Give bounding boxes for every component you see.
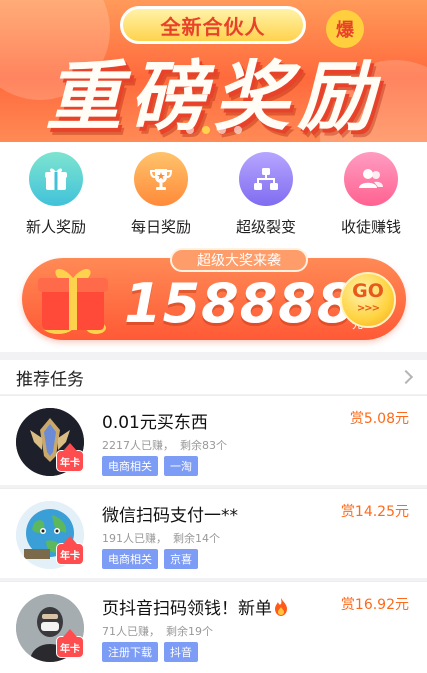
shortcut-super-fission[interactable]: 超级裂变 [216, 152, 316, 237]
task-title: 微信扫码支付一** [102, 506, 238, 526]
shortcut-daily-reward[interactable]: 每日奖励 [111, 152, 211, 237]
task-tag: 电商相关 [102, 456, 158, 476]
task-meta: 191人已赚， 剩余14个 [102, 530, 226, 546]
carousel-dot[interactable] [186, 126, 194, 134]
gift-icon [29, 152, 83, 206]
task-tag: 京喜 [164, 549, 198, 569]
task-remaining: 剩余19个 [166, 625, 213, 638]
shortcut-recruit-earn[interactable]: 收徒赚钱 [321, 152, 421, 237]
shortcut-label: 超级裂变 [235, 218, 296, 236]
task-remaining: 剩余14个 [173, 532, 220, 545]
hero-banner[interactable]: 全新合伙人 爆 重磅奖励 [0, 0, 427, 142]
task-earned-count: 2217人已赚， [102, 439, 174, 452]
task-earned-count: 191人已赚， [102, 532, 167, 545]
task-title: 0.01元买东西 [102, 413, 208, 433]
carousel-dot[interactable] [218, 126, 226, 134]
task-tag: 抖音 [164, 642, 198, 662]
task-tag: 电商相关 [102, 549, 158, 569]
task-reward: 赏14.25元 [340, 504, 409, 520]
task-tag: 注册下载 [102, 642, 158, 662]
task-tags: 电商相关 一淘 [102, 456, 198, 476]
task-item[interactable]: 年卡 页抖音扫码领钱！新单 71人已赚， 剩余19个 注册下载 抖音 赏16.92… [0, 581, 427, 673]
chevron-right-icon[interactable] [398, 369, 414, 385]
jackpot-tag: 超级大奖来袭 [170, 248, 308, 272]
jackpot-banner[interactable]: 超级大奖来袭 158888 元 GO >>> [22, 248, 406, 340]
shortcut-label: 新人奖励 [25, 218, 86, 236]
task-meta: 2217人已赚， 剩余83个 [102, 437, 233, 453]
task-tags: 注册下载 抖音 [102, 642, 198, 662]
task-title-text: 页抖音扫码领钱！新单 [102, 599, 272, 619]
carousel-dot-active[interactable] [202, 126, 210, 134]
task-item[interactable]: 年卡 0.01元买东西 2217人已赚， 剩余83个 电商相关 一淘 赏5.08元 [0, 395, 427, 485]
shortcut-label: 每日奖励 [130, 218, 191, 236]
task-tags: 电商相关 京喜 [102, 549, 198, 569]
section-title: 推荐任务 [16, 369, 84, 390]
go-label: GO [352, 280, 384, 302]
task-meta: 71人已赚， 剩余19个 [102, 623, 219, 639]
task-item[interactable]: 年卡 微信扫码支付一** 191人已赚， 剩余14个 电商相关 京喜 赏14.25… [0, 488, 427, 578]
task-earned-count: 71人已赚， [102, 625, 160, 638]
shortcut-label: 收徒赚钱 [340, 218, 401, 236]
shortcut-newbie-reward[interactable]: 新人奖励 [6, 152, 106, 237]
fire-icon [275, 598, 287, 616]
annual-card-badge: 年卡 [56, 629, 84, 658]
trophy-icon [134, 152, 188, 206]
carousel-dot[interactable] [234, 126, 242, 134]
task-tag: 一淘 [164, 456, 198, 476]
task-remaining: 剩余83个 [180, 439, 227, 452]
annual-card-badge: 年卡 [56, 536, 84, 565]
users-icon [344, 152, 398, 206]
hierarchy-icon [239, 152, 293, 206]
gift-box-icon [38, 268, 108, 334]
recommended-header[interactable]: 推荐任务 [0, 352, 427, 394]
task-title: 页抖音扫码领钱！新单 [102, 594, 288, 619]
annual-card-badge: 年卡 [56, 443, 84, 472]
go-button[interactable]: GO >>> [340, 272, 396, 328]
hero-headline: 重磅奖励 [45, 52, 382, 141]
task-reward: 赏5.08元 [349, 411, 409, 427]
carousel-dots[interactable] [186, 126, 242, 134]
go-arrows: >>> [356, 303, 380, 314]
task-reward: 赏16.92元 [340, 597, 409, 613]
jackpot-amount: 158888 [124, 272, 356, 335]
